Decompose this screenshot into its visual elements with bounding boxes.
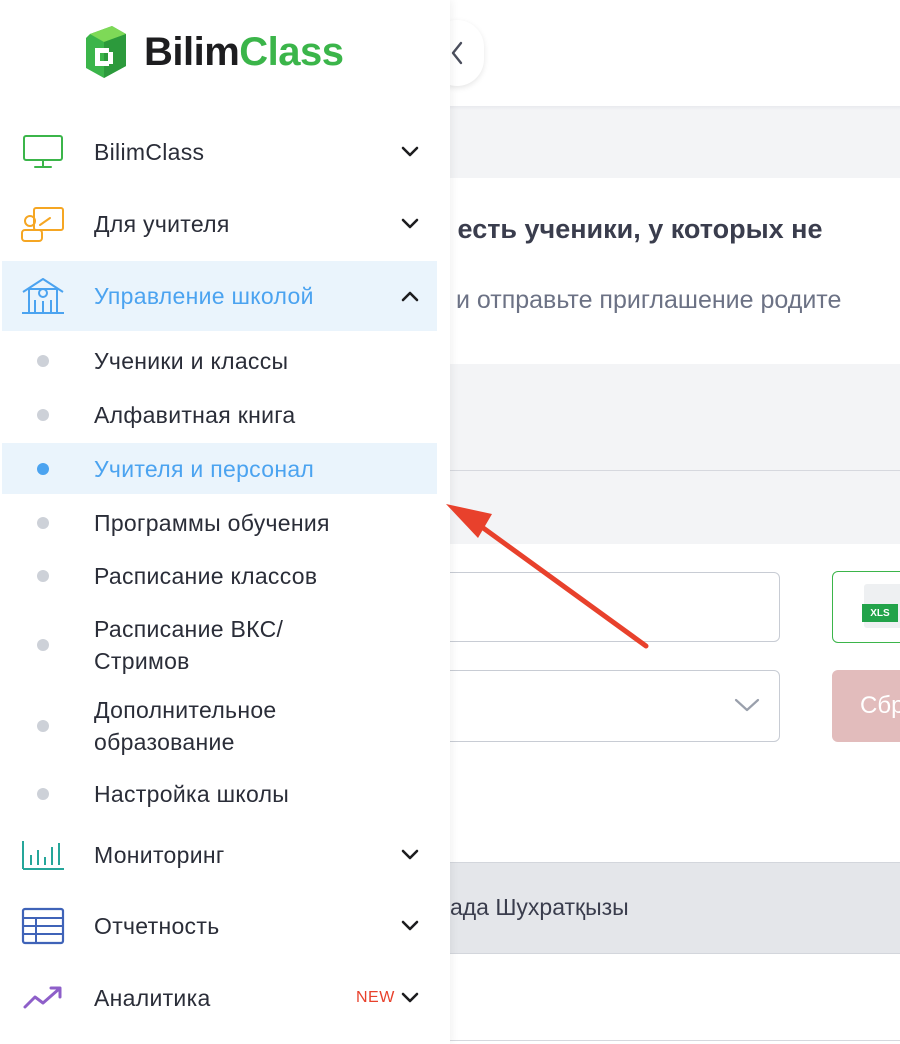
sidebar-item-teacher[interactable]: Для учителя bbox=[2, 189, 437, 259]
notice-title: се есть ученики, у которых не bbox=[420, 214, 823, 244]
chevron-down-icon bbox=[398, 986, 422, 1010]
sidebar-item-monitoring[interactable]: Мониторинг bbox=[2, 820, 437, 890]
chevron-down-icon bbox=[398, 140, 422, 164]
bar-chart-icon bbox=[20, 832, 66, 878]
sidebar-item-label: Мониторинг bbox=[94, 841, 225, 868]
monitor-icon bbox=[20, 129, 66, 175]
table-icon bbox=[20, 903, 66, 949]
divider bbox=[440, 1040, 900, 1041]
chevron-down-icon bbox=[398, 843, 422, 867]
filter-select[interactable] bbox=[420, 670, 780, 742]
teacher-board-icon bbox=[20, 201, 66, 247]
sidebar-subitem-label: Алфавитная книга bbox=[94, 402, 296, 428]
sidebar-subitem-additional-education[interactable]: Дополнительное образование bbox=[2, 693, 437, 759]
sidebar-item-reports[interactable]: Отчетность bbox=[2, 891, 437, 961]
new-badge: NEW bbox=[356, 989, 395, 1006]
sidebar-subitem-alphabet-book[interactable]: Алфавитная книга bbox=[2, 392, 437, 438]
logo-mark-icon bbox=[86, 26, 126, 78]
sidebar-item-analytics[interactable]: Аналитика NEW bbox=[2, 963, 437, 1033]
sidebar: BilimClass BilimClass Для учителя Управл… bbox=[0, 0, 450, 1044]
bullet-dot bbox=[37, 570, 49, 582]
chevron-down-icon bbox=[398, 212, 422, 236]
bullet-dot bbox=[37, 409, 49, 421]
notice-subtitle: и отправьте приглашение родите bbox=[456, 286, 842, 314]
sidebar-item-label: Отчетность bbox=[94, 912, 220, 939]
divider bbox=[440, 470, 900, 471]
sidebar-item-school-management[interactable]: Управление школой bbox=[2, 261, 437, 331]
chevron-down-icon[interactable] bbox=[732, 690, 762, 720]
bullet-dot bbox=[37, 788, 49, 800]
sidebar-subitem-vks-schedule[interactable]: Расписание ВКС/ Стримов bbox=[2, 612, 437, 678]
sidebar-subitem-label: Ученики и классы bbox=[94, 348, 289, 374]
xls-label: XLS bbox=[862, 604, 898, 622]
sidebar-subitem-study-programs[interactable]: Программы обучения bbox=[2, 500, 437, 546]
sidebar-subitem-label: Дополнительное образование bbox=[94, 697, 277, 755]
search-input[interactable] bbox=[420, 572, 780, 642]
sidebar-subitem-label: Настройка школы bbox=[94, 781, 290, 807]
brand-logo[interactable]: BilimClass bbox=[82, 24, 344, 80]
bullet-dot bbox=[37, 355, 49, 367]
chevron-up-icon bbox=[398, 284, 422, 308]
sidebar-subitem-teachers-staff[interactable]: Учителя и персонал bbox=[2, 443, 437, 494]
sidebar-item-label: Аналитика bbox=[94, 984, 211, 1011]
sidebar-subitem-school-settings[interactable]: Настройка школы bbox=[2, 771, 437, 817]
sidebar-item-label: BilimClass bbox=[94, 138, 205, 165]
sidebar-subitem-label: Расписание классов bbox=[94, 563, 318, 589]
sidebar-item-label: Управление школой bbox=[94, 282, 314, 309]
reset-button[interactable]: Сбр bbox=[832, 670, 900, 742]
brand-name-part1: Bilim bbox=[144, 29, 240, 74]
school-building-icon bbox=[20, 273, 66, 319]
bullet-dot bbox=[37, 517, 49, 529]
chevron-left-icon bbox=[451, 41, 463, 65]
chevron-down-icon bbox=[398, 914, 422, 938]
sidebar-subitem-label: Расписание ВКС/ Стримов bbox=[94, 616, 284, 674]
sidebar-subitem-label: Учителя и персонал bbox=[94, 455, 315, 482]
sidebar-subitem-label: Программы обучения bbox=[94, 510, 330, 536]
brand-name-part2: Class bbox=[239, 29, 344, 74]
sidebar-item-label: Для учителя bbox=[94, 210, 230, 237]
trending-up-icon bbox=[20, 975, 66, 1021]
sidebar-subitem-class-schedule[interactable]: Расписание классов bbox=[2, 553, 437, 599]
bullet-dot bbox=[37, 462, 49, 475]
sidebar-item-bilimclass[interactable]: BilimClass bbox=[2, 117, 437, 187]
bullet-dot bbox=[37, 639, 49, 651]
bullet-dot bbox=[37, 720, 49, 732]
sidebar-subitem-students-classes[interactable]: Ученики и классы bbox=[2, 338, 437, 384]
table-row-name: вада Шухратқызы bbox=[438, 894, 629, 920]
